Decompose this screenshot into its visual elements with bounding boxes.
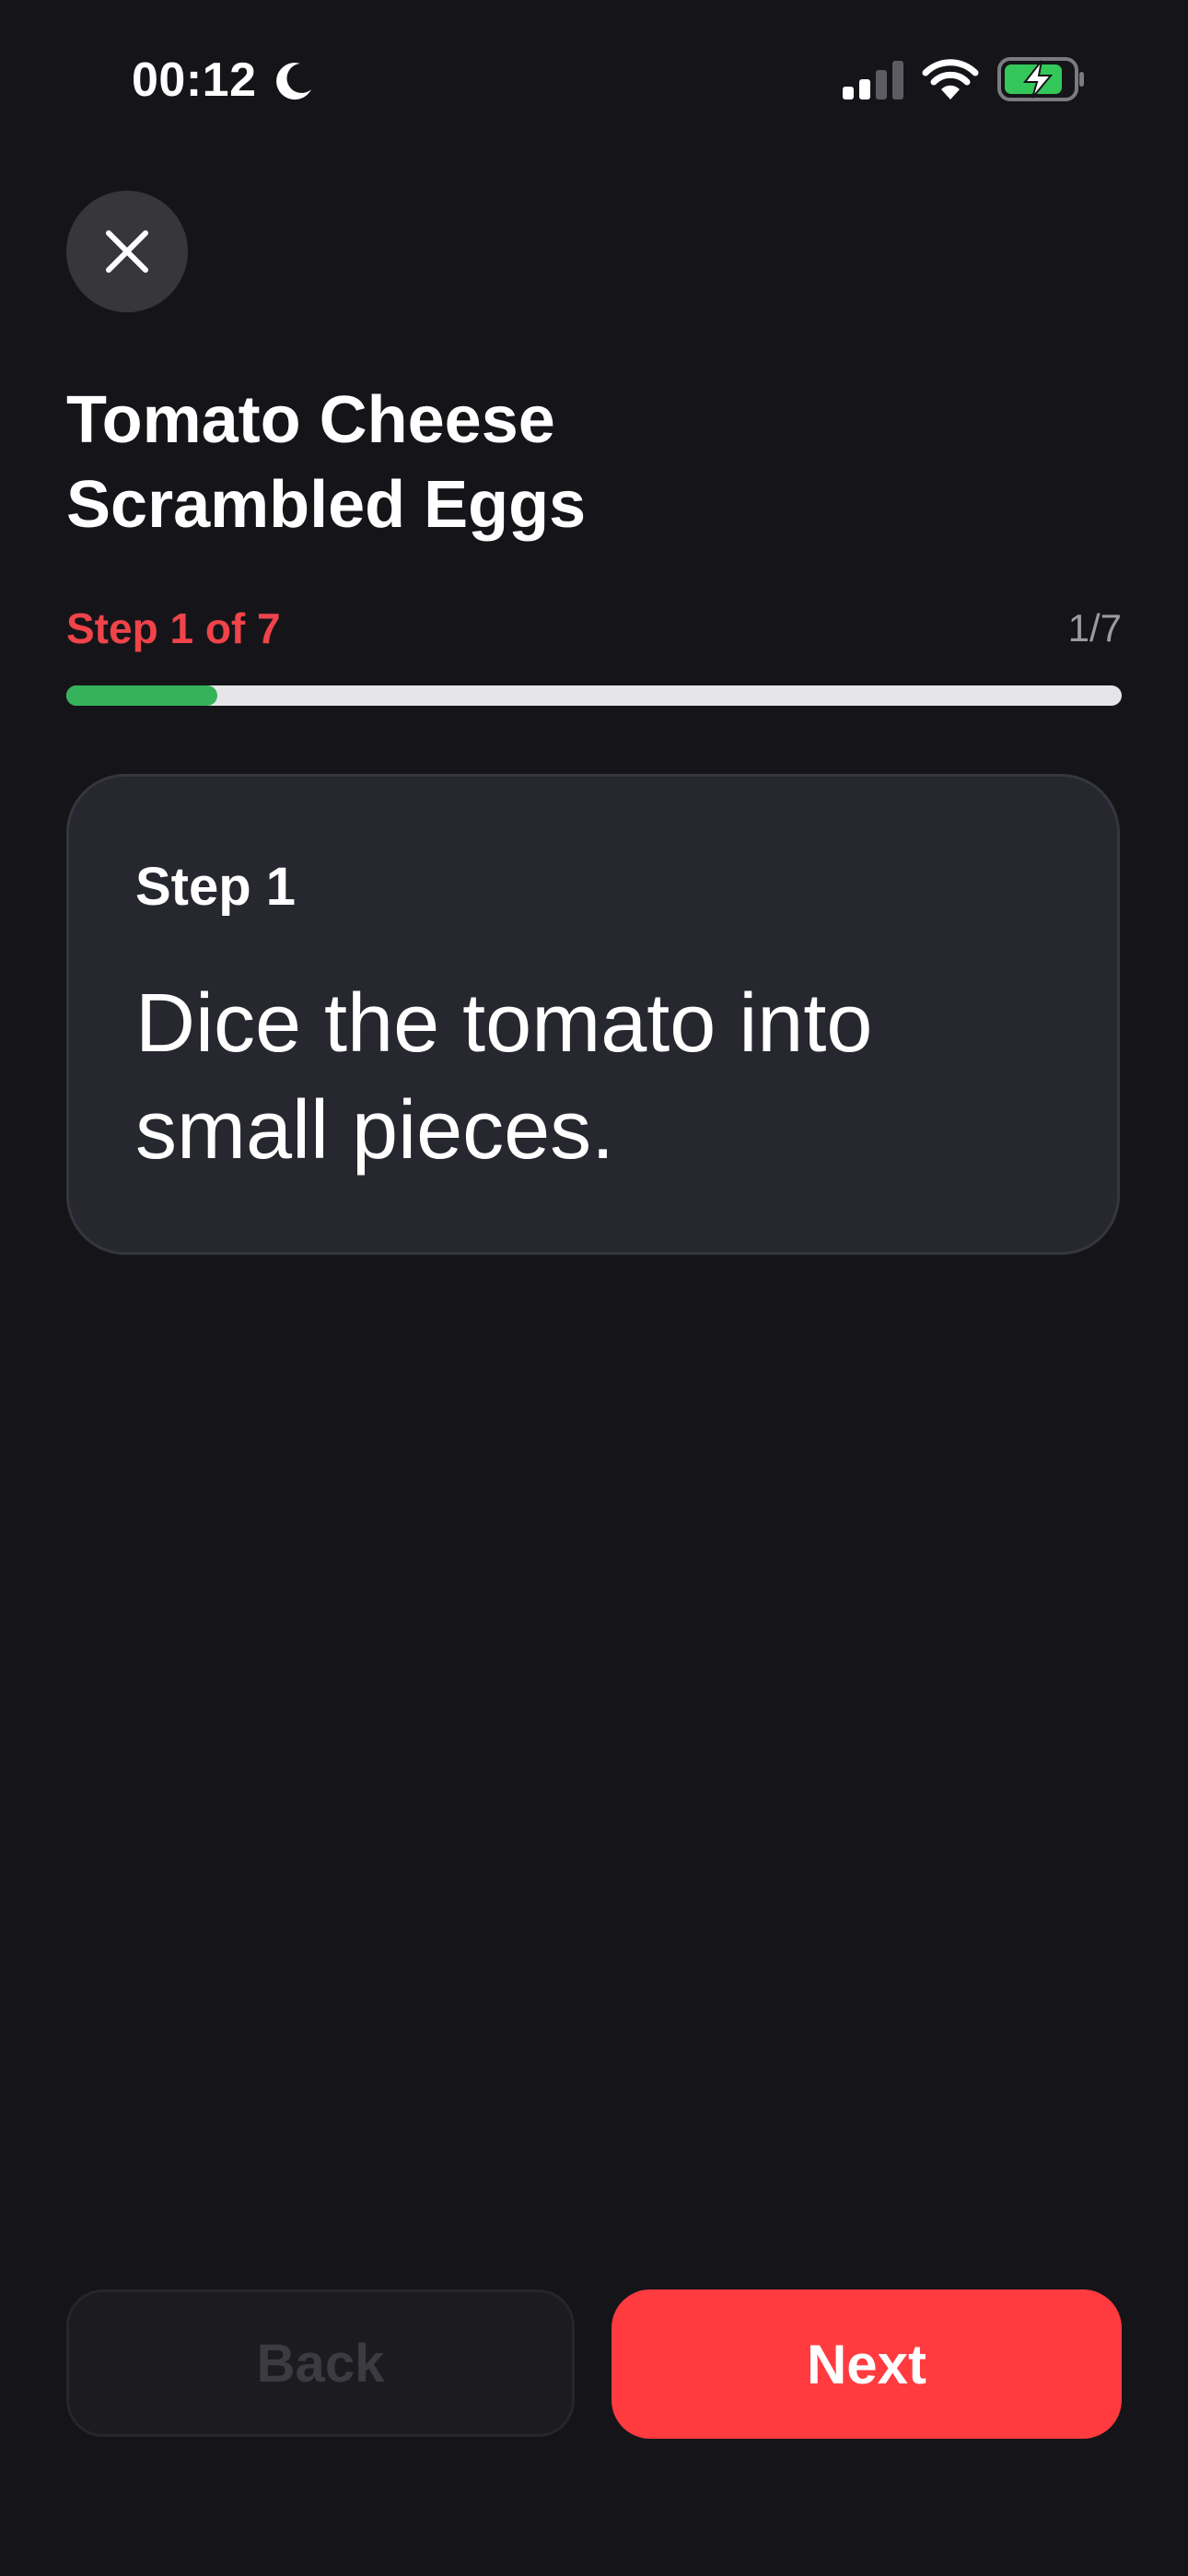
step-instruction: Dice the tomato into small pieces. bbox=[135, 978, 873, 1177]
recipe-title: Tomato Cheese Scrambled Eggs bbox=[66, 378, 895, 547]
recipe-title-line2: Scrambled Eggs bbox=[66, 468, 587, 542]
close-button[interactable] bbox=[66, 191, 188, 312]
step-card: Step 1 Dice the tomato into small pieces… bbox=[66, 774, 1120, 1255]
next-button[interactable]: Next bbox=[611, 2289, 1122, 2439]
cellular-signal-icon bbox=[843, 61, 903, 100]
step-indicator: Step 1 of 7 bbox=[66, 604, 281, 652]
status-bar: 00:12 bbox=[0, 0, 1188, 157]
back-button[interactable]: Back bbox=[66, 2289, 575, 2437]
progress-bar-fill bbox=[66, 685, 217, 706]
step-counter: 1/7 bbox=[1067, 606, 1122, 650]
step-card-label: Step 1 bbox=[135, 857, 297, 917]
progress-bar bbox=[66, 685, 1122, 706]
moon-icon bbox=[276, 63, 311, 100]
cooking-step-screen: 00:12 Tomato Cheese Scrambled Eggs Step … bbox=[0, 0, 1188, 2576]
wifi-icon bbox=[922, 59, 979, 100]
status-time: 00:12 bbox=[132, 53, 257, 107]
battery-charging-icon bbox=[997, 57, 1084, 101]
recipe-title-line1: Tomato Cheese bbox=[66, 383, 555, 457]
close-icon bbox=[106, 230, 148, 273]
